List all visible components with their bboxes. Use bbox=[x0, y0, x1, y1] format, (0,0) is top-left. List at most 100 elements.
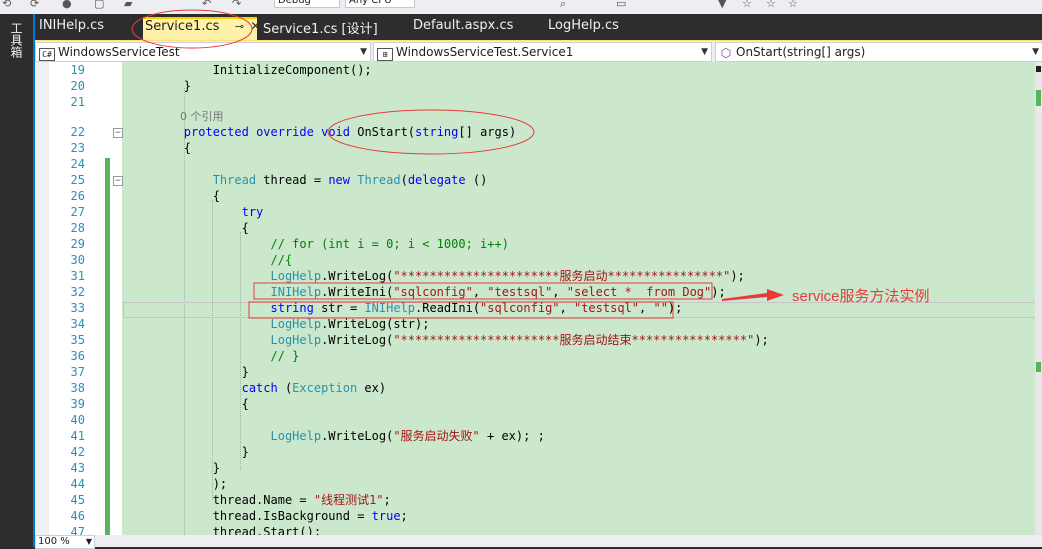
code-line: 37 } bbox=[35, 364, 1035, 380]
line-number: 47 bbox=[70, 525, 85, 535]
vertical-scrollbar[interactable] bbox=[1035, 62, 1042, 535]
nav-icon[interactable]: ● bbox=[62, 0, 72, 10]
tab-label: Service1.cs [设计] bbox=[263, 22, 378, 37]
line-number: 32 bbox=[70, 285, 85, 299]
code-text: catch (Exception ex) bbox=[241, 381, 387, 395]
line-number: 41 bbox=[70, 429, 85, 443]
code-text: } bbox=[126, 79, 192, 93]
code-line: 34 LogHelp.WriteLog(str); bbox=[35, 316, 1035, 332]
change-overview-marker bbox=[1036, 90, 1041, 106]
chevron-down-icon: ▼ bbox=[85, 537, 92, 546]
code-line: 21 bbox=[35, 94, 1035, 110]
back-icon[interactable]: ⟲ bbox=[2, 0, 11, 10]
project-dropdown[interactable]: C# WindowsServiceTest ▼ bbox=[35, 42, 371, 62]
code-text: Thread thread = new Thread(delegate () bbox=[212, 173, 488, 187]
code-line: 45 thread.Name = "线程测试1"; bbox=[35, 492, 1035, 508]
undo-icon[interactable]: ↶ bbox=[202, 0, 211, 10]
scroll-caret-marker bbox=[1036, 66, 1041, 72]
code-text: thread.Name = "线程测试1"; bbox=[126, 493, 391, 507]
method-icon: ⬡ bbox=[720, 46, 732, 60]
star-icon[interactable]: ☆ bbox=[788, 0, 798, 10]
code-text: try bbox=[241, 205, 264, 219]
code-line: 20 } bbox=[35, 78, 1035, 94]
code-line: 43 } bbox=[35, 460, 1035, 476]
configuration-dropdown[interactable]: Debug bbox=[274, 0, 340, 8]
csharp-file-icon: C# bbox=[39, 48, 55, 61]
tab-service1-designer[interactable]: Service1.cs [设计] bbox=[261, 18, 380, 40]
line-number: 35 bbox=[70, 333, 85, 347]
code-text: INIHelp.WriteIni("sqlconfig", "testsql",… bbox=[270, 285, 726, 299]
code-text: string str = INIHelp.ReadIni("sqlconfig"… bbox=[270, 301, 683, 315]
code-text: protected override void OnStart(string[]… bbox=[183, 125, 517, 139]
tab-default-aspx[interactable]: Default.aspx.cs bbox=[411, 18, 515, 40]
code-text: } bbox=[126, 445, 249, 459]
code-text: // } bbox=[270, 349, 300, 363]
code-line: 27 try bbox=[35, 204, 1035, 220]
line-number: 36 bbox=[70, 349, 85, 363]
main-toolbar: ⟲ ⟳ ● ▢ ▰ ↶ ↷ Debug Any CPU ⌕ ▭ ▼ ☆ ☆ ☆ bbox=[0, 0, 1042, 14]
code-text: LogHelp.WriteLog("**********************… bbox=[270, 333, 769, 347]
code-text: { bbox=[126, 221, 249, 235]
line-number: 34 bbox=[70, 317, 85, 331]
chevron-down-icon: ▼ bbox=[360, 47, 367, 57]
code-line: 46 thread.IsBackground = true; bbox=[35, 508, 1035, 524]
attach-icon[interactable]: ⌕ bbox=[560, 0, 566, 11]
code-line: 22 protected override void OnStart(strin… bbox=[35, 124, 1035, 140]
code-line: 19 InitializeComponent(); bbox=[35, 62, 1035, 78]
code-line: 35 LogHelp.WriteLog("*******************… bbox=[35, 332, 1035, 348]
line-number: 24 bbox=[70, 157, 85, 171]
close-icon[interactable]: ✕ bbox=[249, 19, 261, 33]
tab-label: Default.aspx.cs bbox=[413, 18, 514, 33]
code-text: LogHelp.WriteLog(str); bbox=[270, 317, 430, 331]
toolbox-strip: 工具箱 bbox=[0, 14, 33, 547]
pin-icon[interactable]: ⊸ bbox=[233, 20, 245, 33]
new-file-icon[interactable]: ▢ bbox=[94, 0, 104, 10]
tab-loghelp[interactable]: LogHelp.cs bbox=[546, 18, 621, 40]
platform-dropdown[interactable]: Any CPU bbox=[345, 0, 415, 8]
document-tab-bar: INIHelp.cs Service1.cs ⊸ ✕ Service1.cs [设计… bbox=[35, 14, 1042, 41]
line-number: 44 bbox=[70, 477, 85, 491]
code-text: LogHelp.WriteLog("服务启动失败" + ex); ; bbox=[270, 429, 545, 443]
member-dropdown[interactable]: ⬡ OnStart(string[] args) ▼ bbox=[715, 42, 1042, 62]
star-icon[interactable]: ☆ bbox=[742, 0, 752, 10]
zoom-level: 100 % bbox=[38, 536, 70, 547]
tab-label: LogHelp.cs bbox=[548, 18, 619, 33]
line-number: 25 bbox=[70, 173, 85, 187]
line-number: 30 bbox=[70, 253, 85, 267]
code-text: thread.Start(); bbox=[126, 525, 322, 535]
chevron-down-icon: ▼ bbox=[701, 47, 708, 57]
tab-inihelp[interactable]: INIHelp.cs bbox=[37, 18, 106, 40]
code-line: 30 //{ bbox=[35, 252, 1035, 268]
layout-icon[interactable]: ▭ bbox=[616, 0, 626, 10]
forward-icon[interactable]: ⟳ bbox=[30, 0, 39, 10]
code-text: // for (int i = 0; i < 1000; i++) bbox=[270, 237, 509, 251]
tab-label: Service1.cs bbox=[145, 19, 220, 34]
codelens-references[interactable]: 0 个引用 bbox=[180, 110, 224, 124]
line-number: 45 bbox=[70, 493, 85, 507]
line-number: 40 bbox=[70, 413, 85, 427]
code-line: 40 bbox=[35, 412, 1035, 428]
line-number: 19 bbox=[70, 63, 85, 77]
code-text: { bbox=[126, 189, 220, 203]
line-number: 23 bbox=[70, 141, 85, 155]
line-number: 33 bbox=[70, 301, 85, 315]
star-icon[interactable]: ☆ bbox=[766, 0, 776, 10]
bookmark-icon[interactable]: ▼ bbox=[718, 0, 726, 10]
class-icon: ⊞ bbox=[377, 48, 393, 61]
tab-service1[interactable]: Service1.cs ⊸ ✕ bbox=[143, 17, 260, 41]
code-line: 36 // } bbox=[35, 348, 1035, 364]
code-line: 44 ); bbox=[35, 476, 1035, 492]
open-folder-icon[interactable]: ▰ bbox=[124, 0, 132, 10]
toolbox-tab[interactable]: 工具箱 bbox=[9, 22, 23, 58]
class-dropdown[interactable]: ⊞ WindowsServiceTest.Service1 ▼ bbox=[373, 42, 712, 62]
code-line: 28 { bbox=[35, 220, 1035, 236]
redo-icon[interactable]: ↷ bbox=[232, 0, 241, 10]
line-number: 29 bbox=[70, 237, 85, 251]
tab-label: INIHelp.cs bbox=[39, 18, 105, 33]
code-text: //{ bbox=[270, 253, 293, 267]
line-number: 28 bbox=[70, 221, 85, 235]
project-dropdown-label: WindowsServiceTest bbox=[58, 45, 180, 59]
code-line: 41 LogHelp.WriteLog("服务启动失败" + ex); ; bbox=[35, 428, 1035, 444]
code-line: 24 bbox=[35, 156, 1035, 172]
code-line: 42 } bbox=[35, 444, 1035, 460]
